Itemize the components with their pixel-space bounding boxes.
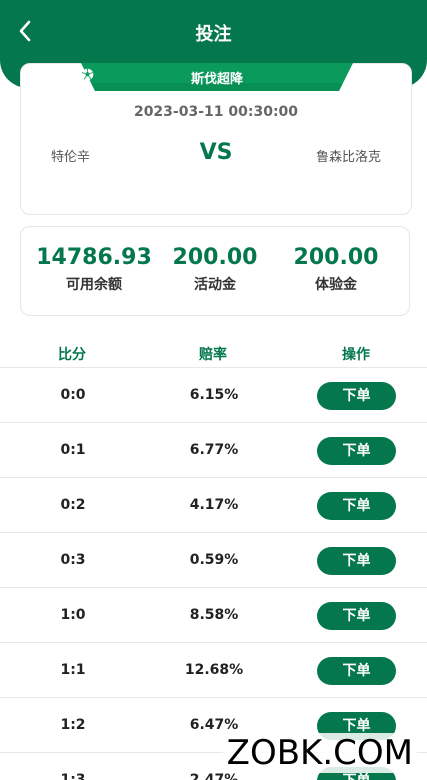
odds-cell: 0.59% bbox=[189, 552, 239, 568]
table-row: 1:0 8.58% 下单 bbox=[0, 587, 427, 642]
table-row: 0:0 6.15% 下单 bbox=[0, 367, 427, 422]
score-cell: 0:0 bbox=[60, 387, 86, 403]
odds-cell: 4.17% bbox=[189, 497, 239, 513]
balance-amount: 14786.93 bbox=[36, 245, 152, 270]
place-bet-button[interactable]: 下单 bbox=[317, 602, 396, 630]
available-balance: 14786.93 可用余额 bbox=[29, 245, 159, 294]
score-cell: 0:3 bbox=[60, 552, 86, 568]
odds-cell: 6.15% bbox=[189, 387, 239, 403]
balance-label: 可用余额 bbox=[66, 277, 122, 293]
place-bet-button[interactable]: 下单 bbox=[317, 657, 396, 685]
place-bet-button[interactable]: 下单 bbox=[317, 547, 396, 575]
page-title: 投注 bbox=[195, 24, 232, 45]
odds-table: 0:0 6.15% 下单 0:1 6.77% 下单 0:2 4.17% 下单 0… bbox=[0, 367, 427, 780]
table-row: 0:2 4.17% 下单 bbox=[0, 477, 427, 532]
table-row: 0:1 6.77% 下单 bbox=[0, 422, 427, 477]
watermark-text: ZOBK.COM bbox=[222, 733, 417, 773]
league-name: 斯伐超降 bbox=[190, 72, 243, 87]
balance-amount: 200.00 bbox=[172, 245, 258, 270]
odds-cell: 8.58% bbox=[189, 607, 239, 623]
odds-cell: 6.47% bbox=[189, 717, 239, 733]
activity-funds: 200.00 活动金 bbox=[150, 245, 280, 294]
place-bet-button[interactable]: 下单 bbox=[317, 437, 396, 465]
odds-cell: 2.47% bbox=[189, 772, 239, 780]
score-cell: 0:1 bbox=[60, 442, 86, 458]
score-cell: 1:2 bbox=[60, 717, 86, 733]
balance-amount: 200.00 bbox=[293, 245, 379, 270]
odds-cell: 12.68% bbox=[184, 662, 244, 678]
place-bet-button[interactable]: 下单 bbox=[317, 382, 396, 410]
table-row: 0:3 0.59% 下单 bbox=[0, 532, 427, 587]
place-bet-button[interactable]: 下单 bbox=[317, 492, 396, 520]
trial-funds: 200.00 体验金 bbox=[271, 245, 401, 294]
balance-card: 14786.93 可用余额 200.00 活动金 200.00 体验金 bbox=[20, 226, 410, 316]
column-header-score: 比分 bbox=[58, 347, 86, 363]
column-header-odds: 赔率 bbox=[199, 347, 227, 363]
score-cell: 1:0 bbox=[60, 607, 86, 623]
away-team: 鲁森比洛克 bbox=[315, 150, 381, 165]
soccer-ball-icon bbox=[81, 68, 94, 81]
match-time: 2023-03-11 00:30:00 bbox=[133, 104, 299, 120]
match-card: 斯伐超降 2023-03-11 00:30:00 特伦辛 VS 鲁森比洛克 bbox=[20, 63, 412, 215]
balance-label: 活动金 bbox=[194, 277, 236, 293]
league-tab: 斯伐超降 bbox=[81, 63, 353, 91]
odds-cell: 6.77% bbox=[189, 442, 239, 458]
column-header-action: 操作 bbox=[342, 347, 370, 363]
table-row: 1:1 12.68% 下单 bbox=[0, 642, 427, 697]
score-cell: 0:2 bbox=[60, 497, 86, 513]
score-cell: 1:3 bbox=[60, 772, 86, 780]
balance-label: 体验金 bbox=[315, 277, 357, 293]
score-cell: 1:1 bbox=[60, 662, 86, 678]
